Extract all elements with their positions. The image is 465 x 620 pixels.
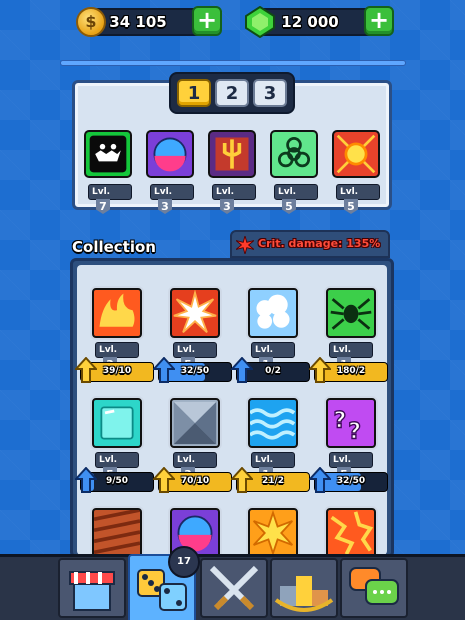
tab-2[interactable]: 2: [215, 79, 249, 107]
tab-1[interactable]: 1: [177, 79, 211, 107]
upgrade-arrow-icon: [153, 467, 175, 493]
light-burst-icon[interactable]: [332, 130, 380, 178]
upgrade-arrow-icon: [153, 357, 175, 383]
dice-badge: 17: [168, 546, 200, 578]
shadow-monster-icon[interactable]: [84, 130, 132, 178]
nav-chat[interactable]: [340, 558, 408, 618]
upgrade-arrow-icon: [309, 467, 331, 493]
add-coins-button[interactable]: +: [192, 6, 222, 36]
card-progress-8: 32/50: [309, 467, 388, 493]
gem-counter: 12 000 +: [245, 6, 394, 38]
card-progress-3: 0/2: [231, 357, 310, 383]
card-level-7: Lvl.1: [251, 452, 295, 482]
upgrade-arrow-icon: [231, 467, 253, 493]
podium-icon: [274, 576, 334, 612]
card-level-4: Lvl.1: [329, 342, 373, 372]
svg-text:?: ?: [348, 420, 361, 445]
slot-level-1: Lvl.7: [88, 184, 132, 214]
card-level-5: Lvl.5: [95, 452, 139, 482]
card-progress-6: 70/10: [153, 467, 232, 493]
earth-icon[interactable]: [92, 508, 142, 558]
mystery-icon[interactable]: ??: [326, 398, 376, 448]
header-divider: [60, 60, 406, 66]
nav-battle[interactable]: [200, 558, 268, 618]
upgrade-arrow-icon: [75, 357, 97, 383]
upgrade-arrow-icon: [75, 467, 97, 493]
lava-icon[interactable]: [326, 508, 376, 558]
upgrade-arrow-icon: [231, 357, 253, 383]
svg-text:?: ?: [334, 409, 347, 434]
card-progress-2: 32/50: [153, 357, 232, 383]
card-progress-4: 180/2: [309, 357, 388, 383]
spider-icon[interactable]: [326, 288, 376, 338]
slot-level-5: Lvl.5: [336, 184, 380, 214]
crossed-swords-icon: [209, 565, 259, 611]
add-gems-button[interactable]: +: [364, 6, 394, 36]
nav-shop[interactable]: [58, 558, 126, 618]
slot-level-2: Lvl.3: [150, 184, 194, 214]
collection-title: Collection: [72, 238, 156, 256]
card-level-3: Lvl.1: [251, 342, 295, 372]
biohazard-icon[interactable]: [270, 130, 318, 178]
nav-leaderboard[interactable]: [270, 558, 338, 618]
card-level-1: Lvl.3: [95, 342, 139, 372]
crit-damage-banner: Crit. damage: 135%: [230, 230, 390, 258]
tab-3[interactable]: 3: [253, 79, 287, 107]
cloud-icon[interactable]: [248, 288, 298, 338]
card-progress-1: 39/10: [75, 357, 154, 383]
crit-damage-label: Crit. damage: 135%: [258, 237, 381, 250]
card-progress-7: 21/2: [231, 467, 310, 493]
potion-orb-icon[interactable]: [146, 130, 194, 178]
coin-amount: 34 105: [109, 13, 167, 31]
coin-counter: $ 34 105 +: [76, 6, 222, 37]
card-progress-5: 9/50: [75, 467, 154, 493]
slot-level-4: Lvl.5: [274, 184, 318, 214]
explosion-icon[interactable]: [170, 288, 220, 338]
card-level-6: Lvl.3: [173, 452, 217, 482]
water-wave-icon[interactable]: [248, 398, 298, 448]
gem-amount: 12 000: [281, 13, 339, 31]
upgrade-arrow-icon: [309, 357, 331, 383]
nav-dice[interactable]: 17: [128, 546, 200, 620]
metal-spike-icon[interactable]: [170, 398, 220, 448]
trident-icon[interactable]: [208, 130, 256, 178]
card-level-2: Lvl.5: [173, 342, 217, 372]
sun-blast-icon[interactable]: [248, 508, 298, 558]
shop-icon: [69, 571, 115, 611]
chat-icon: [349, 567, 399, 605]
card-level-8: Lvl.5: [329, 452, 373, 482]
slot-level-3: Lvl.3: [212, 184, 256, 214]
ice-cube-icon[interactable]: [92, 398, 142, 448]
fire-icon[interactable]: [92, 288, 142, 338]
loadout-tabs: 1 2 3: [169, 72, 295, 114]
crit-burst-icon: [236, 236, 254, 254]
